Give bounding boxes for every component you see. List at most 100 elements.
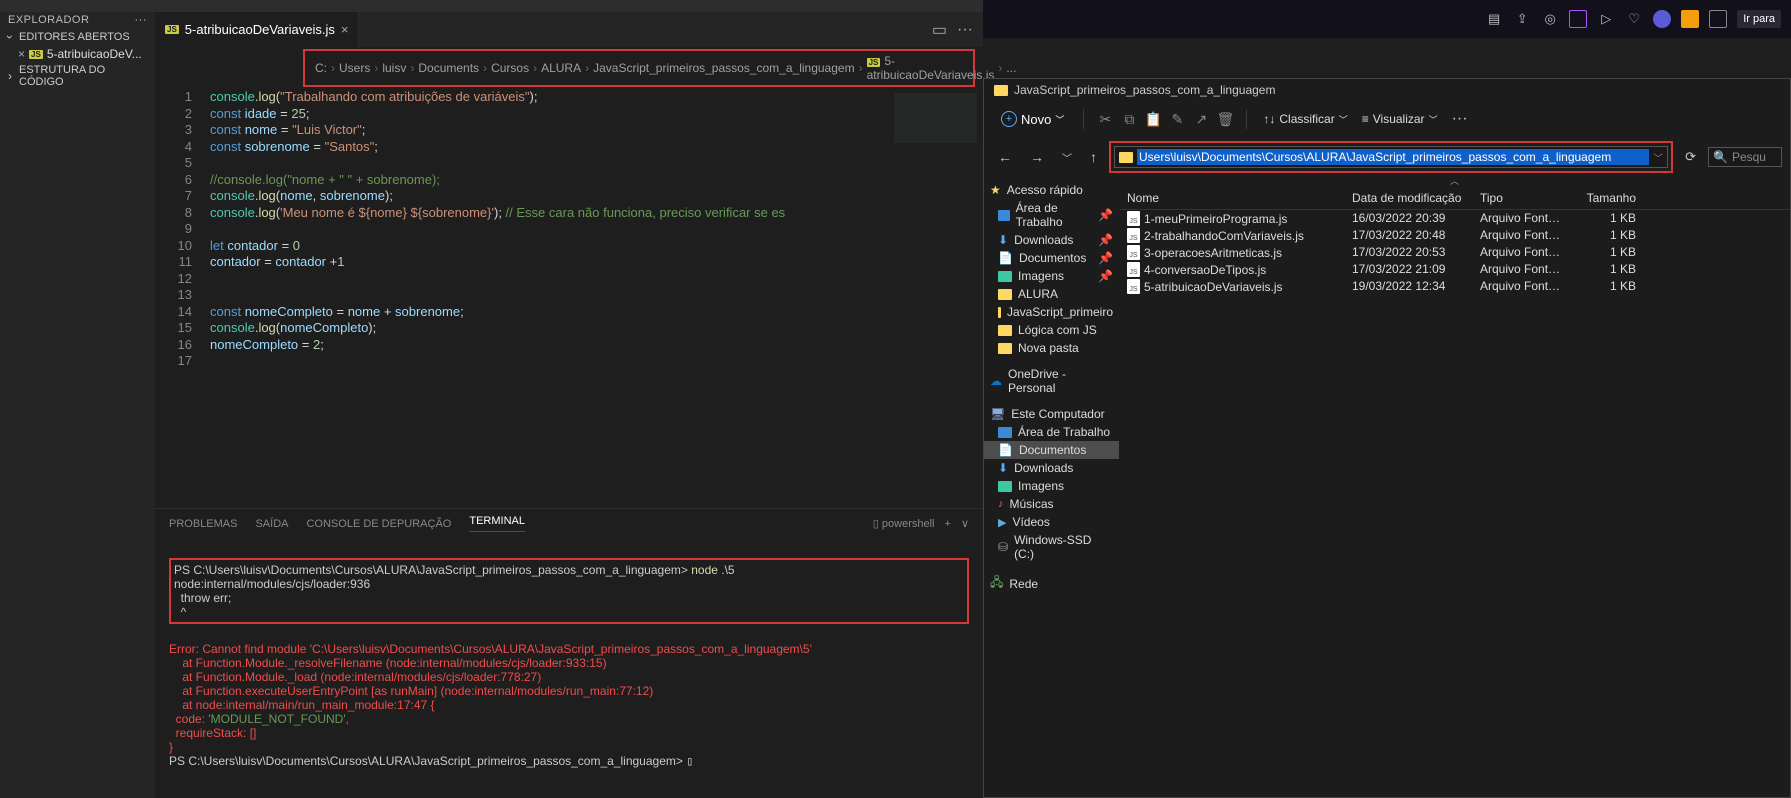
- file-row[interactable]: JS5-atribuicaoDeVariaveis.js 19/03/2022 …: [1119, 278, 1790, 295]
- chevron-down-icon[interactable]: ﹀: [1653, 150, 1663, 165]
- breadcrumb-segment[interactable]: luisv: [382, 61, 406, 75]
- share-icon[interactable]: ↗: [1192, 110, 1210, 128]
- tab-output[interactable]: SAÍDA: [255, 518, 288, 530]
- rename-icon[interactable]: ✎: [1168, 110, 1186, 128]
- file-row[interactable]: JS1-meuPrimeiroPrograma.js 16/03/2022 20…: [1119, 210, 1790, 227]
- more-icon[interactable]: ∨: [961, 517, 969, 530]
- bookmark-icon[interactable]: ⇪: [1513, 10, 1531, 28]
- header-name[interactable]: Nome: [1119, 189, 1344, 207]
- nav-network[interactable]: 🖧Rede: [984, 571, 1119, 596]
- tab-debug-console[interactable]: CONSOLE DE DEPURAÇÃO: [306, 518, 451, 530]
- view-button[interactable]: ≡ Visualizar ﹀: [1358, 110, 1442, 128]
- nav-alura[interactable]: ALURA: [984, 285, 1119, 303]
- breadcrumb-segment[interactable]: Documents: [418, 61, 479, 75]
- back-button[interactable]: ←: [992, 147, 1018, 167]
- breadcrumb-segment[interactable]: ...: [1006, 61, 1016, 75]
- bottom-panel: PROBLEMAS SAÍDA CONSOLE DE DEPURAÇÃO TER…: [155, 508, 983, 798]
- nav-logica[interactable]: Lógica com JS: [984, 321, 1119, 339]
- ir-para-button[interactable]: Ir para: [1737, 10, 1781, 28]
- nav-js-primeiro[interactable]: JavaScript_primeiro: [984, 303, 1119, 321]
- header-date[interactable]: Data de modificação: [1344, 189, 1472, 207]
- code-editor[interactable]: 1234567891011121314151617 console.log("T…: [155, 89, 983, 508]
- refresh-button[interactable]: ⟳: [1679, 149, 1702, 165]
- breadcrumb-segment[interactable]: C:: [315, 61, 327, 75]
- sort-button[interactable]: ↑↓ Classificar ﹀: [1259, 110, 1351, 128]
- nav-downloads2[interactable]: ⬇Downloads: [984, 459, 1119, 477]
- nav-images[interactable]: Imagens📌: [984, 267, 1119, 285]
- extension-icon-1[interactable]: [1653, 10, 1671, 28]
- tab-problems[interactable]: PROBLEMAS: [169, 518, 237, 530]
- column-headers[interactable]: Nome Data de modificação Tipo Tamanho: [1119, 187, 1790, 210]
- breadcrumb-segment[interactable]: ALURA: [541, 61, 581, 75]
- new-button[interactable]: + Novo ﹀: [994, 107, 1071, 131]
- window-titlebar[interactable]: JavaScript_primeiros_passos_com_a_lingua…: [984, 79, 1790, 101]
- breadcrumb-segment[interactable]: JS5-atribuicaoDeVariaveis.js: [867, 54, 995, 82]
- header-size[interactable]: Tamanho: [1574, 189, 1644, 207]
- forward-button[interactable]: →: [1024, 147, 1050, 167]
- chevron-down-icon: ﹀: [1055, 113, 1064, 126]
- breadcrumb-segment[interactable]: JavaScript_primeiros_passos_com_a_lingua…: [593, 61, 854, 75]
- open-editors-section[interactable]: EDITORES ABERTOS: [0, 28, 155, 46]
- more-icon[interactable]: ···: [135, 14, 148, 26]
- address-input[interactable]: [1137, 149, 1649, 165]
- nav-music[interactable]: ♪Músicas: [984, 495, 1119, 513]
- tab-bar: JS 5-atribuicaoDeVariaveis.js × ▭ ···: [155, 12, 983, 47]
- nav-nova-pasta[interactable]: Nova pasta: [984, 339, 1119, 357]
- extension-icon-2[interactable]: [1681, 10, 1699, 28]
- heart-icon[interactable]: ♡: [1625, 10, 1643, 28]
- breadcrumb[interactable]: C:›Users›luisv›Documents›Cursos›ALURA›Ja…: [305, 52, 973, 84]
- nav-onedrive[interactable]: ☁OneDrive - Personal: [984, 365, 1119, 397]
- shield-icon[interactable]: [1569, 10, 1587, 28]
- folder-icon: [994, 85, 1008, 96]
- nav-desktop[interactable]: Área de Trabalho📌: [984, 199, 1119, 231]
- nav-videos[interactable]: ▶Vídeos: [984, 513, 1119, 531]
- nav-this-pc[interactable]: 🖥Este Computador: [984, 405, 1119, 423]
- play-icon[interactable]: ▷: [1597, 10, 1615, 28]
- nav-images2[interactable]: Imagens: [984, 477, 1119, 495]
- js-file-icon: JS: [1127, 228, 1140, 243]
- code-content[interactable]: console.log("Trabalhando com atribuições…: [210, 89, 888, 508]
- address-row: ← → ﹀ ↑ ﹀ ⟳ 🔍 Pesqu: [984, 137, 1790, 177]
- nav-documents[interactable]: 📄Documentos📌: [984, 249, 1119, 267]
- copy-icon[interactable]: ⧉: [1120, 110, 1138, 128]
- chevron-down-icon[interactable]: ﹀: [1056, 148, 1078, 167]
- address-bar[interactable]: ﹀: [1114, 146, 1668, 168]
- minimap[interactable]: [888, 89, 983, 508]
- breadcrumb-segment[interactable]: Users: [339, 61, 370, 75]
- file-row[interactable]: JS3-operacoesAritmeticas.js 17/03/2022 2…: [1119, 244, 1790, 261]
- tab-file[interactable]: JS 5-atribuicaoDeVariaveis.js ×: [155, 12, 359, 47]
- new-terminal-icon[interactable]: +: [945, 518, 951, 530]
- more-icon[interactable]: ···: [957, 21, 973, 39]
- split-editor-icon[interactable]: ▭: [932, 20, 947, 40]
- nav-documents2[interactable]: 📄Documentos: [984, 441, 1119, 459]
- close-icon[interactable]: ×: [341, 22, 349, 37]
- delete-icon[interactable]: 🗑: [1216, 110, 1234, 128]
- paste-icon[interactable]: 📋: [1144, 110, 1162, 128]
- screenshot-icon[interactable]: ◎: [1541, 10, 1559, 28]
- file-row[interactable]: JS2-trabalhandoComVariaveis.js 17/03/202…: [1119, 227, 1790, 244]
- terminal[interactable]: PS C:\Users\luisv\Documents\Cursos\ALURA…: [155, 538, 983, 798]
- js-file-icon: JS: [1127, 211, 1140, 226]
- nav-drive-c[interactable]: ⛁Windows-SSD (C:): [984, 531, 1119, 563]
- file-pane: ︿ Nome Data de modificação Tipo Tamanho …: [1119, 177, 1790, 797]
- more-icon[interactable]: ···: [1452, 110, 1468, 128]
- cut-icon[interactable]: ✂: [1096, 110, 1114, 128]
- nav-desktop2[interactable]: Área de Trabalho: [984, 423, 1119, 441]
- reader-icon[interactable]: ▤: [1485, 10, 1503, 28]
- extension-icon-3[interactable]: [1709, 10, 1727, 28]
- up-button[interactable]: ↑: [1084, 147, 1103, 167]
- search-input[interactable]: 🔍 Pesqu: [1708, 147, 1782, 167]
- nav-downloads[interactable]: ⬇Downloads📌: [984, 231, 1119, 249]
- outline-section[interactable]: ESTRUTURA DO CÓDIGO: [0, 62, 155, 90]
- open-editor-item[interactable]: × JS 5-atribuicaoDeV...: [0, 46, 155, 62]
- header-type[interactable]: Tipo: [1472, 189, 1574, 207]
- file-explorer-window: JavaScript_primeiros_passos_com_a_lingua…: [983, 78, 1791, 798]
- shell-selector[interactable]: ▯ powershell: [873, 517, 935, 530]
- file-row[interactable]: JS4-conversaoDeTipos.js 17/03/2022 21:09…: [1119, 261, 1790, 278]
- tab-terminal[interactable]: TERMINAL: [469, 515, 525, 532]
- nav-quick-access[interactable]: ★Acesso rápido: [984, 181, 1119, 199]
- breadcrumb-segment[interactable]: Cursos: [491, 61, 529, 75]
- menubar[interactable]: [0, 0, 983, 12]
- close-icon[interactable]: ×: [18, 47, 25, 61]
- browser-toolbar: ▤ ⇪ ◎ ▷ ♡ Ir para: [983, 0, 1791, 38]
